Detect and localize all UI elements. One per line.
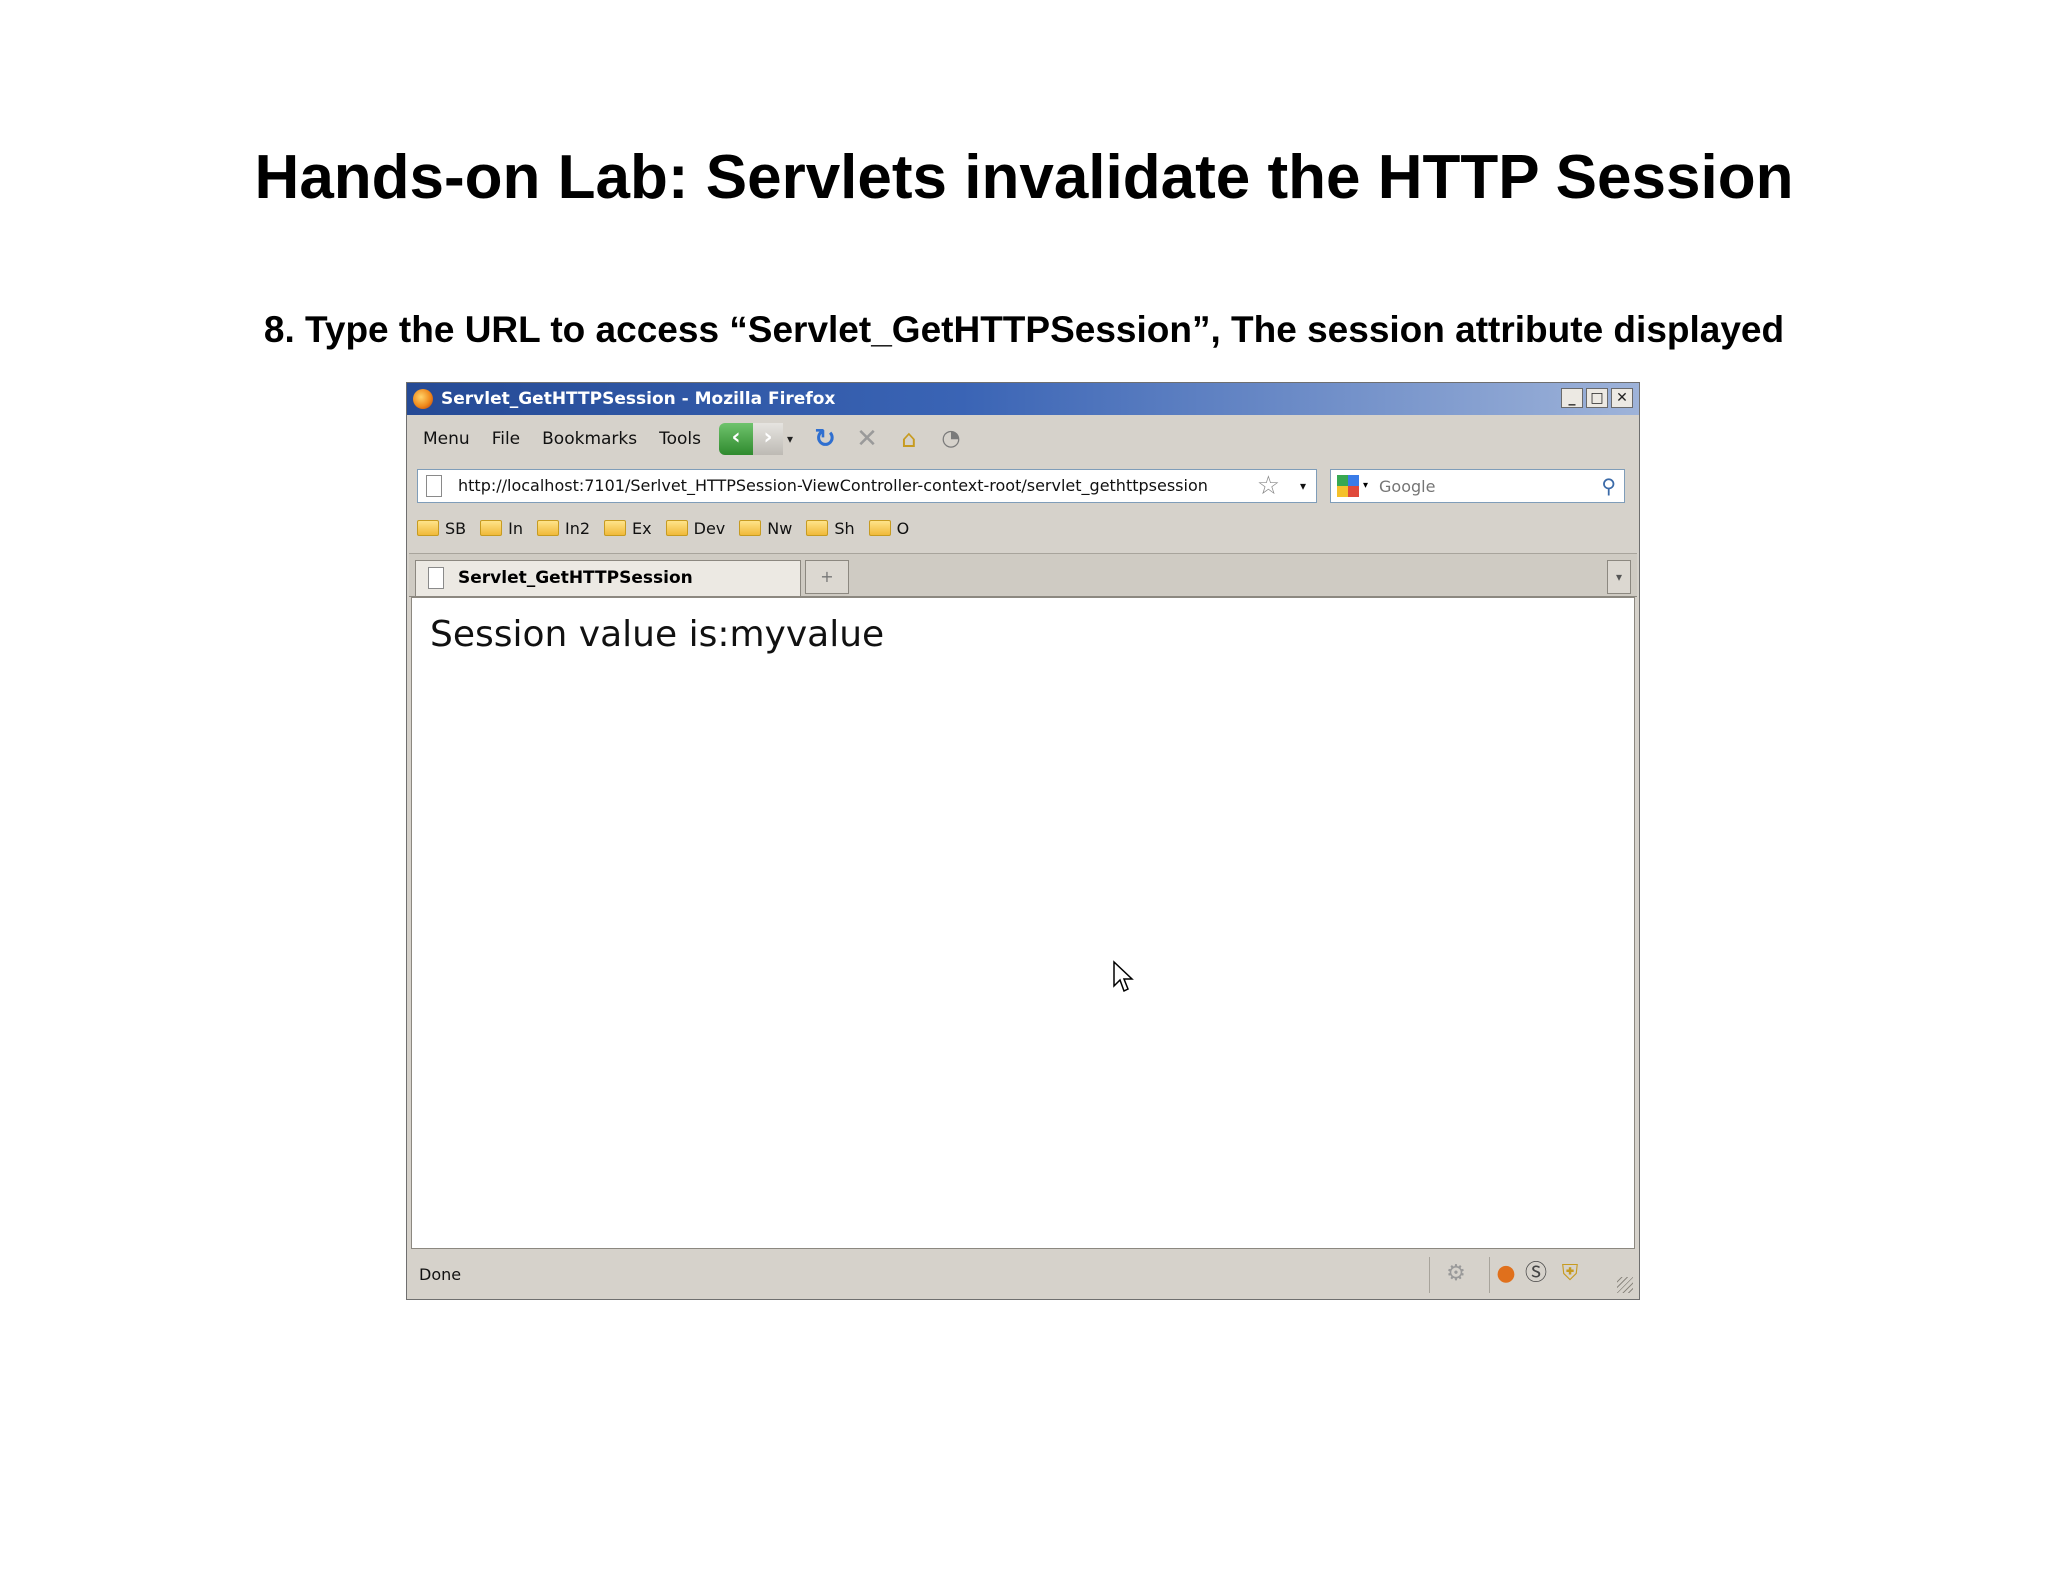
firefox-icon — [413, 389, 433, 409]
bookmark-folder[interactable]: Nw — [739, 519, 792, 538]
tab-servlet-gethttpsession[interactable]: Servlet_GetHTTPSession — [415, 560, 801, 596]
tab-list-dropdown-icon[interactable]: ▾ — [1607, 560, 1631, 594]
status-divider — [1429, 1257, 1430, 1293]
menu-tools[interactable]: Tools — [659, 429, 701, 449]
maximize-button[interactable]: □ — [1586, 388, 1608, 408]
bookmark-folder[interactable]: Ex — [604, 519, 652, 538]
bookmark-folder[interactable]: Sh — [806, 518, 855, 538]
bookmarks-toolbar: SB In In2 Ex Dev Nw Sh O — [417, 511, 923, 545]
search-bar[interactable]: ▾ ⚲ — [1330, 469, 1625, 503]
bookmark-folder[interactable]: Dev — [665, 518, 726, 538]
page-icon — [428, 567, 444, 589]
firefox-status-icon[interactable]: ● — [1493, 1259, 1519, 1289]
search-input[interactable] — [1377, 470, 1581, 502]
shield-icon[interactable]: ⛨ — [1557, 1259, 1583, 1289]
engine-dropdown-icon[interactable]: ▾ — [1363, 470, 1368, 502]
slide-title: Hands-on Lab: Servlets invalidate the HT… — [254, 143, 1794, 212]
status-bar: Done ⚙ ● Ⓢ ⛨ — [409, 1253, 1637, 1297]
url-text[interactable]: http://localhost:7101/Serlvet_HTTPSessio… — [458, 470, 1208, 502]
minimize-button[interactable]: _ — [1561, 388, 1583, 408]
title-bar[interactable]: Servlet_GetHTTPSession - Mozilla Firefox… — [407, 383, 1639, 415]
bookmark-folder[interactable]: SB — [417, 519, 466, 538]
bookmark-label: Nw — [767, 518, 793, 538]
folder-icon — [604, 520, 627, 536]
reload-icon[interactable]: ↻ — [811, 425, 839, 453]
url-dropdown-icon[interactable]: ▾ — [1300, 470, 1306, 502]
history-dropdown-icon[interactable]: ▾ — [783, 432, 797, 446]
navigation-buttons: ‹ › ▾ — [719, 423, 797, 455]
bookmark-label: In2 — [565, 518, 591, 538]
close-button[interactable]: ✕ — [1611, 388, 1633, 408]
slide-subtitle: 8. Type the URL to access “Servlet_GetHT… — [263, 309, 1785, 350]
session-value-text: Session value is:myvalue — [430, 614, 885, 655]
folder-icon — [480, 520, 503, 536]
bookmark-label: Ex — [632, 518, 652, 538]
bookmark-label: SB — [445, 518, 467, 538]
bookmark-label: In — [508, 518, 523, 538]
menu-file[interactable]: File — [492, 429, 520, 449]
forward-button[interactable]: › — [753, 423, 784, 455]
folder-icon — [806, 520, 829, 536]
back-button[interactable]: ‹ — [719, 423, 754, 455]
bookmark-folder[interactable]: In — [480, 519, 523, 538]
bookmark-label: Dev — [693, 518, 726, 538]
bookmark-label: Sh — [834, 518, 855, 538]
s-addon-icon[interactable]: Ⓢ — [1523, 1259, 1549, 1289]
bookmark-label: O — [896, 518, 910, 538]
folder-icon — [537, 520, 559, 536]
star-icon[interactable]: ☆ — [1257, 470, 1280, 502]
folder-icon — [868, 520, 891, 536]
page-icon — [426, 475, 442, 497]
menu-bar: Menu File Bookmarks Tools ‹ › ▾ ↻ ✕ ⌂ ◔ — [409, 417, 1637, 461]
bookmark-folder[interactable]: In2 — [537, 519, 590, 538]
menu-bookmarks[interactable]: Bookmarks — [542, 429, 637, 449]
status-divider — [1489, 1257, 1490, 1293]
tab-label: Servlet_GetHTTPSession — [458, 568, 693, 588]
status-text: Done — [419, 1265, 462, 1284]
browser-window: Servlet_GetHTTPSession - Mozilla Firefox… — [406, 382, 1640, 1300]
connection-status-icon[interactable]: ⚙ — [1443, 1259, 1469, 1289]
menu-menu[interactable]: Menu — [423, 429, 470, 449]
magnify-icon[interactable]: ⚲ — [1601, 470, 1616, 502]
google-icon[interactable] — [1337, 475, 1359, 497]
new-tab-button[interactable]: + — [805, 560, 849, 594]
window-title: Servlet_GetHTTPSession - Mozilla Firefox — [441, 389, 836, 409]
page-content: Session value is:myvalue — [411, 597, 1635, 1249]
folder-icon — [739, 520, 762, 536]
tab-strip: Servlet_GetHTTPSession + ▾ — [409, 553, 1637, 597]
address-bar[interactable]: http://localhost:7101/Serlvet_HTTPSessio… — [417, 469, 1317, 503]
resize-grip-icon[interactable] — [1617, 1277, 1633, 1293]
mouse-pointer-icon — [1113, 960, 1134, 993]
folder-icon — [665, 520, 688, 536]
home-icon[interactable]: ⌂ — [895, 425, 923, 453]
addon-status-icon[interactable]: ◔ — [937, 425, 965, 453]
folder-icon — [417, 520, 439, 536]
bookmark-folder[interactable]: O — [868, 518, 910, 538]
stop-icon[interactable]: ✕ — [853, 425, 881, 453]
window-controls: _ □ ✕ — [1561, 388, 1633, 408]
